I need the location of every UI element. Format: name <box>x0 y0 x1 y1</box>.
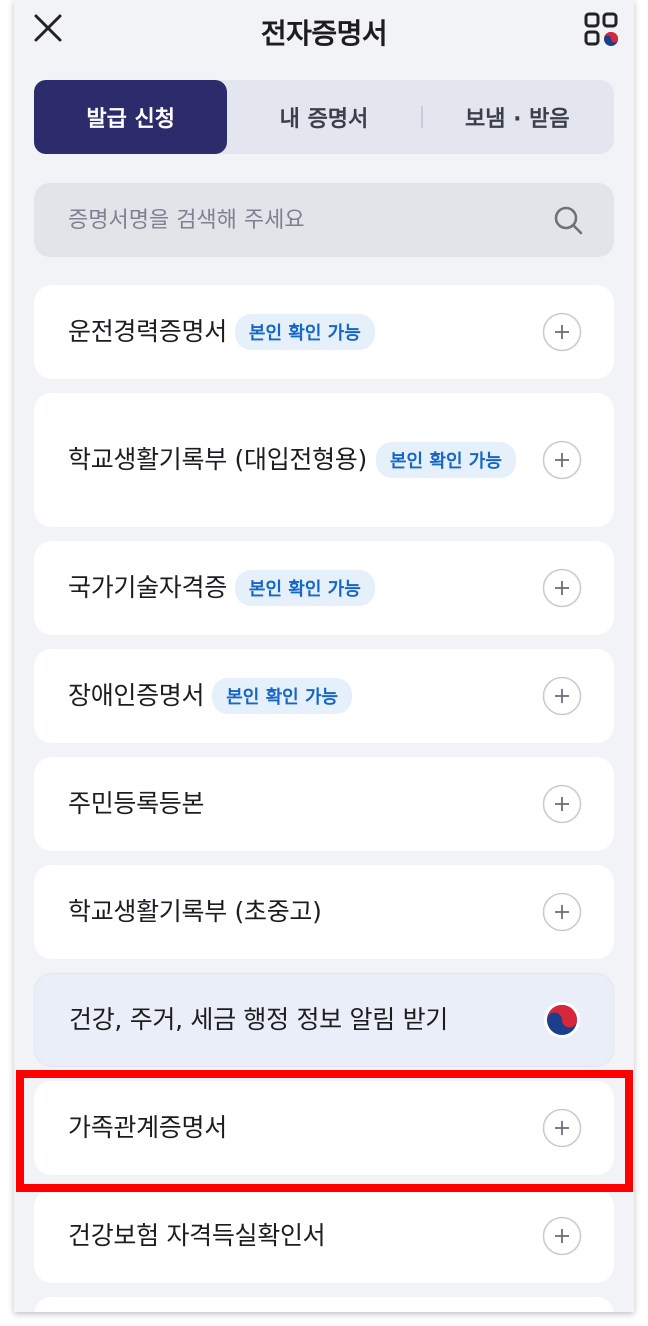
taegeuk-icon <box>544 1002 580 1038</box>
plus-icon[interactable] <box>542 892 582 932</box>
plus-icon[interactable] <box>542 676 582 716</box>
list-item-driving-record[interactable]: 운전경력증명서 본인 확인 가능 <box>34 285 614 379</box>
list-item-resident-registration[interactable]: 주민등록등본 <box>34 757 614 851</box>
list-item-label: 건강보험 자격득실확인서 <box>68 1221 326 1250</box>
tab-divider <box>420 106 423 128</box>
app-screen: 전자증명서 발급 신청 내 증명서 보냄 · 받음 증명서명을 검색해 주세요 … <box>14 0 634 1312</box>
plus-icon[interactable] <box>542 784 582 824</box>
list-item-family-relation[interactable]: 가족관계증명서 <box>34 1081 614 1175</box>
plus-icon[interactable] <box>542 440 582 480</box>
list-item-label: 국가기술자격증 <box>68 573 227 602</box>
plus-icon[interactable] <box>542 1216 582 1256</box>
list-item-health-insurance[interactable]: 건강보험 자격득실확인서 <box>34 1189 614 1283</box>
search-bar[interactable] <box>34 183 614 257</box>
list-item-school-record-admission[interactable]: 학교생활기록부 (대입전형용) 본인 확인 가능 <box>34 393 614 527</box>
tab-sent-received[interactable]: 보냄 · 받음 <box>420 80 614 154</box>
plus-icon[interactable] <box>542 312 582 352</box>
list-item-label: 주민등록등본 <box>68 789 205 818</box>
list-item-label: 운전경력증명서 <box>68 317 227 346</box>
verification-badge: 본인 확인 가능 <box>376 442 516 478</box>
tab-sent-received-label: 보냄 · 받음 <box>465 107 570 132</box>
search-icon[interactable] <box>552 204 584 236</box>
wallet-grid-icon <box>584 12 618 46</box>
verification-badge: 본인 확인 가능 <box>212 678 353 714</box>
list-item-partial[interactable] <box>34 1297 614 1312</box>
list-item-label: 학교생활기록부 (대입전형용) <box>68 445 367 474</box>
verification-badge: 본인 확인 가능 <box>234 570 375 606</box>
tab-bar: 발급 신청 내 증명서 보냄 · 받음 <box>34 80 614 154</box>
tab-my-certificates[interactable]: 내 증명서 <box>227 80 420 154</box>
verification-badge: 본인 확인 가능 <box>234 314 375 350</box>
list-item-label: 가족관계증명서 <box>68 1113 227 1142</box>
tab-apply-label: 발급 신청 <box>86 107 175 132</box>
plus-icon[interactable] <box>542 1108 582 1148</box>
search-input[interactable] <box>68 207 552 233</box>
tab-my-certificates-label: 내 증명서 <box>279 107 369 132</box>
wallet-menu-button[interactable] <box>584 12 620 48</box>
list-item-admin-info-notice[interactable]: 건강, 주거, 세금 행정 정보 알림 받기 <box>34 973 614 1067</box>
list-item-label: 학교생활기록부 (초중고) <box>68 897 322 926</box>
plus-icon[interactable] <box>542 568 582 608</box>
list-item-label: 건강, 주거, 세금 행정 정보 알림 받기 <box>69 1005 448 1034</box>
tab-apply[interactable]: 발급 신청 <box>34 80 228 154</box>
header: 전자증명서 <box>14 0 634 64</box>
list-item-school-record-k12[interactable]: 학교생활기록부 (초중고) <box>34 865 614 959</box>
list-item-national-qualification[interactable]: 국가기술자격증 본인 확인 가능 <box>34 541 614 635</box>
list-item-disability-certificate[interactable]: 장애인증명서 본인 확인 가능 <box>34 649 614 743</box>
page-title: 전자증명서 <box>260 17 388 50</box>
list-item-label: 장애인증명서 <box>68 681 205 710</box>
